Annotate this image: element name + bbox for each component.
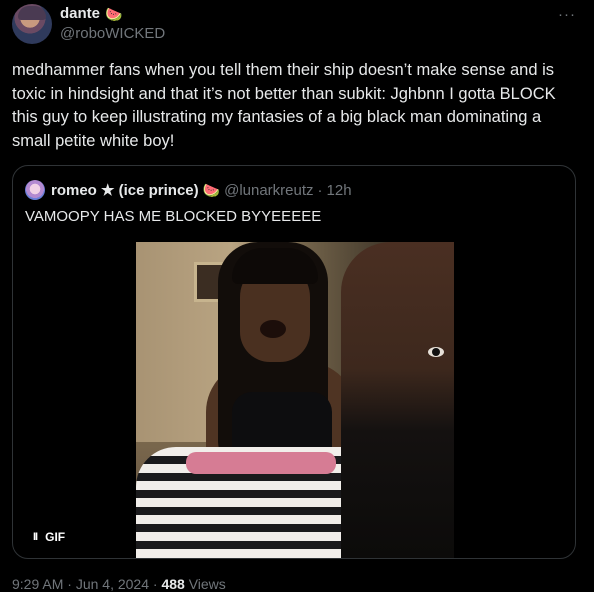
gif-controls: II GIF xyxy=(33,530,65,544)
separator-dot: · xyxy=(317,181,323,199)
quoted-tweet[interactable]: romeo ★ (ice prince) 🍉 @lunarkreutz · 12… xyxy=(12,165,576,559)
post-date[interactable]: Jun 4, 2024 xyxy=(76,576,149,592)
quote-timestamp[interactable]: 12h xyxy=(327,182,352,199)
quote-display-name[interactable]: romeo ★ (ice prince) xyxy=(51,181,199,199)
author-name-row: dante 🍉 xyxy=(60,5,122,22)
quote-handle[interactable]: @lunarkreutz xyxy=(224,182,313,199)
gif-label: GIF xyxy=(45,530,66,544)
views-count: 488 xyxy=(161,576,185,592)
gif-second-figure-eye xyxy=(428,347,444,357)
author-handle[interactable]: @roboWICKED xyxy=(60,25,165,42)
author-display-name[interactable]: dante xyxy=(60,5,100,22)
watermelon-emoji: 🍉 xyxy=(202,182,221,198)
views-label: Views xyxy=(188,576,226,592)
more-horizontal-icon[interactable]: ··· xyxy=(558,6,576,23)
quote-header: romeo ★ (ice prince) 🍉 @lunarkreutz · 12… xyxy=(51,181,352,200)
watermelon-emoji: 🍉 xyxy=(105,5,123,22)
gif-pink-band xyxy=(186,452,336,474)
gif-figure-mouth xyxy=(260,320,286,338)
post-time[interactable]: 9:29 AM xyxy=(12,576,63,592)
gif-media[interactable] xyxy=(136,242,454,558)
quote-text: VAMOOPY HAS ME BLOCKED BYYEEEEE xyxy=(25,208,322,225)
gif-figure-bangs xyxy=(232,248,318,284)
quote-author-avatar[interactable] xyxy=(25,180,45,200)
tweet-text: medhammer fans when you tell them their … xyxy=(12,61,556,150)
author-avatar[interactable] xyxy=(12,4,52,44)
pause-icon[interactable]: II xyxy=(33,531,38,543)
separator-dot: · xyxy=(152,576,158,592)
gif-second-figure xyxy=(341,242,454,558)
separator-dot: · xyxy=(67,576,72,592)
tweet-metadata: 9:29 AM · Jun 4, 2024 · 488 Views xyxy=(12,576,226,592)
